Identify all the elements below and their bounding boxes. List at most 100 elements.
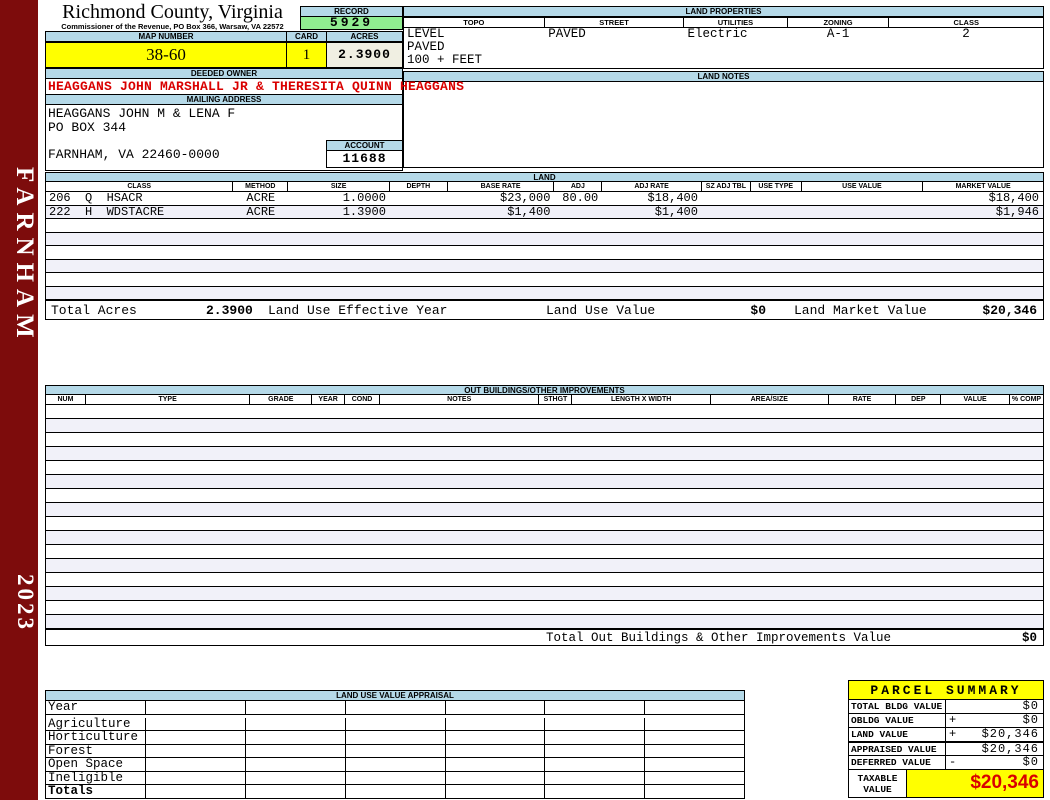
land-use-appraisal-row: Agriculture [45,717,745,731]
column-header: USE VALUE [801,182,924,192]
appraisal-cell [645,731,745,744]
out-building-empty-row [46,461,1043,475]
land-use-appraisal-row: Ineligible [45,771,745,785]
summary-label: DEFERRED VALUE [849,756,946,769]
land-use-appraisal-header: LAND USE VALUE APPRAISAL [45,690,745,701]
column-header: LENGTH X WIDTH [572,395,711,405]
land-notes: LAND NOTES [403,71,1044,168]
row-label: Ineligible [46,771,146,785]
taxable-value-amount: $20,346 [970,772,1039,793]
appraisal-cell [346,731,446,744]
parcel-summary-row: OBLDG VALUE + $0 [848,714,1044,728]
row-label: Open Space [46,758,146,771]
land-notes-header: LAND NOTES [403,71,1044,82]
out-building-empty-row [46,559,1043,573]
out-building-empty-row [46,545,1043,559]
land-cell [802,206,924,219]
parcel-summary-row: APPRAISED VALUE $20,346 [848,742,1044,756]
column-header: % COMP [1010,396,1043,405]
land-empty-row [46,219,1043,233]
appraisal-cell [446,731,546,744]
out-buildings-total-value: $0 [1021,631,1037,645]
appraisal-cell [446,701,546,714]
summary-sign: + [949,713,957,727]
card-value: 1 [286,42,327,68]
total-acres-value: 2.3900 [206,303,253,318]
parcel-summary-header: PARCEL SUMMARY [848,680,1044,700]
land-market-value-label: Land Market Value [794,303,927,318]
land-cell: $23,000 [500,192,551,205]
appraisal-cell [246,744,346,758]
out-building-empty-row [46,489,1043,503]
land-cell [751,192,802,205]
summary-label: LAND VALUE [849,728,946,741]
acres-header: ACRES [326,31,403,42]
appraisal-cell [346,701,446,714]
out-building-empty-row [46,475,1043,489]
appraisal-cell [645,701,745,714]
land-use-appraisal-row: Horticulture [45,731,745,745]
land-property-value: A-1 [826,27,850,41]
column-header: STHGT [539,395,573,405]
appraisal-cell [645,771,745,785]
land-property-value [787,41,889,54]
land-cell: 206 Q HSACR [49,192,143,205]
column-header: VALUE [941,395,1011,405]
map-number-header: MAP NUMBER [45,31,287,42]
column-header: DEPTH [389,182,448,192]
land-use-appraisal: LAND USE VALUE APPRAISAL Year Agriculture… [45,690,745,799]
summary-amount: $0 [1022,713,1039,727]
account-value: 11688 [326,151,403,168]
out-building-empty-row [46,433,1043,447]
parcel-summary-row: DEFERRED VALUE - $0 [848,756,1044,770]
appraisal-cell [246,758,346,771]
land-property-value: Electric [687,27,748,41]
summary-value: + $0 [946,714,1044,727]
land-cell: $1,400 [507,205,551,218]
summary-label: TOTAL BLDG VALUE [849,700,946,713]
column-header: BASE RATE [447,182,555,192]
appraisal-cell [346,758,446,771]
appraisal-cell [146,785,246,798]
out-building-empty-row [46,587,1043,601]
column-header: COND [345,395,380,405]
out-building-empty-row [46,517,1043,531]
land-market-value: $20,346 [982,303,1037,318]
taxable-value-row: TAXABLE VALUE $20,346 [848,770,1044,798]
out-buildings-table-body [45,405,1044,629]
column-header: MARKET VALUE [923,182,1043,192]
summary-amount: $0 [1022,755,1039,769]
column-header: CLASS [46,182,234,192]
summary-sign: - [949,755,957,769]
land-use-appraisal-row: Year [45,701,745,715]
land-column-headers: CLASS METHOD SIZE DEPTH BASE RATE ADJ ADJ RATE… [45,182,1044,192]
out-buildings-column-headers: NUM TYPE GRADE YEAR COND NOTES STHGT LENGTH X W… [45,395,1044,405]
property-record-card: FARNHAM 2023 Richmond County, Virginia C… [0,0,1050,800]
appraisal-cell [346,717,446,731]
parcel-summary: PARCEL SUMMARY TOTAL BLDG VALUE $0 OBLDG V… [848,680,1044,798]
land-property-value: 2 [962,27,970,41]
map-number-value: 38-60 [45,42,287,68]
appraisal-cell [146,731,246,744]
land-table-body: 206 Q HSACR ACRE 1.0000 $23,000 80.00 $18,400… [45,192,1044,300]
land-properties-header: LAND PROPERTIES [403,6,1044,17]
land-empty-row [46,273,1043,287]
appraisal-cell [545,717,646,731]
out-buildings-total-row: Total Out Buildings & Other Improvements… [45,629,1044,646]
land-use-appraisal-body: Year Agriculture Horticulture Forest Open Sp… [45,701,745,799]
county-title: Richmond County, Virginia [62,1,283,23]
out-building-empty-row [46,531,1043,545]
out-building-empty-row [46,615,1043,629]
column-header: ADJ RATE [602,182,702,192]
appraisal-cell [346,744,446,758]
land-table-row: 206 Q HSACR ACRE 1.0000 $23,000 80.00 $18,400… [46,192,1043,206]
appraisal-cell [545,758,646,771]
column-header: YEAR [312,395,346,405]
land-property-value [545,54,684,67]
column-header: RATE [828,395,897,405]
row-label: Year [46,701,146,714]
land-property-value: PAVED [548,27,586,41]
land-empty-row [46,246,1043,260]
out-building-empty-row [46,447,1043,461]
appraisal-cell [146,701,246,714]
